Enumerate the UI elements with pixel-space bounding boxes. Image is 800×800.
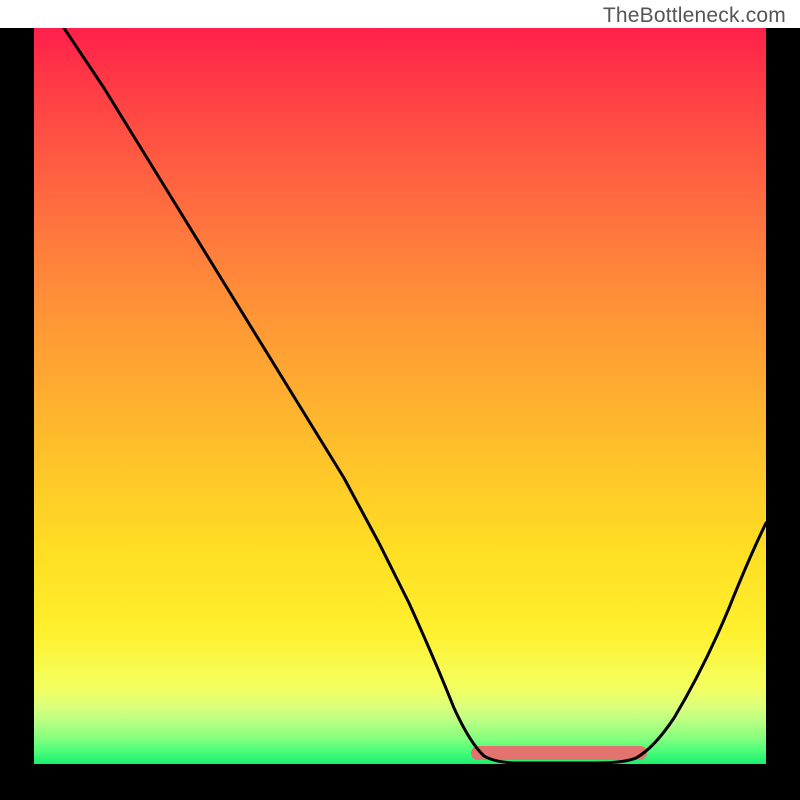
- plot-outer-border: [0, 28, 800, 800]
- bottleneck-curve-path: [64, 28, 766, 763]
- bottleneck-curve-svg: [34, 28, 766, 764]
- flat-region-highlight: [474, 746, 644, 760]
- chart-frame: TheBottleneck.com: [0, 0, 800, 800]
- watermark-text: TheBottleneck.com: [603, 4, 786, 28]
- plot-area: [34, 28, 766, 764]
